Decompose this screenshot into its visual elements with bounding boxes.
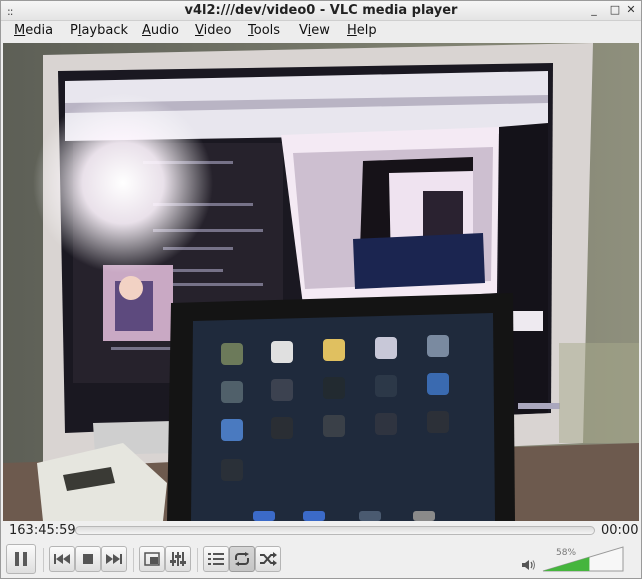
menu-help[interactable]: Help xyxy=(347,23,377,38)
volume-slider[interactable] xyxy=(542,546,624,572)
extended-settings-button[interactable] xyxy=(165,546,191,572)
pause-button[interactable] xyxy=(6,544,36,574)
seek-slider[interactable] xyxy=(75,526,595,535)
skip-previous-icon xyxy=(54,554,70,564)
menu-media[interactable]: Media xyxy=(14,23,53,38)
control-bar: 58% xyxy=(1,541,641,578)
menu-audio[interactable]: Audio xyxy=(142,23,179,38)
speaker-icon[interactable] xyxy=(522,559,536,571)
window-title: v4l2:///dev/video0 - VLC media player xyxy=(184,3,458,18)
menu-bar: Media Playback Audio Video Tools View He… xyxy=(1,21,641,43)
fullscreen-button[interactable] xyxy=(139,546,165,572)
vlc-window: :: v4l2:///dev/video0 - VLC media player… xyxy=(0,0,642,579)
shuffle-button[interactable] xyxy=(255,546,281,572)
maximize-icon[interactable]: □ xyxy=(608,3,622,17)
skip-next-icon xyxy=(106,554,122,564)
total-time[interactable]: 00:00 xyxy=(601,523,638,538)
title-bar[interactable]: :: v4l2:///dev/video0 - VLC media player… xyxy=(1,1,641,21)
next-button[interactable] xyxy=(101,546,127,572)
volume-percent: 58% xyxy=(556,548,577,558)
seek-row: 163:45:59 00:00 xyxy=(1,521,641,541)
menu-video[interactable]: Video xyxy=(195,23,231,38)
webcam-frame-image xyxy=(3,43,639,521)
pause-icon xyxy=(15,552,27,566)
menu-view[interactable]: View xyxy=(299,23,330,38)
stop-button[interactable] xyxy=(75,546,101,572)
volume-control: 58% xyxy=(522,546,632,574)
playlist-icon xyxy=(208,553,224,565)
previous-button[interactable] xyxy=(49,546,75,572)
fullscreen-icon xyxy=(144,552,160,566)
stop-icon xyxy=(83,554,93,564)
loop-icon xyxy=(235,552,249,566)
loop-button[interactable] xyxy=(229,546,255,572)
close-icon[interactable]: ✕ xyxy=(624,3,638,17)
menu-playback[interactable]: Playback xyxy=(70,23,128,38)
equalizer-icon xyxy=(170,552,186,566)
video-output[interactable] xyxy=(3,43,639,521)
elapsed-time[interactable]: 163:45:59 xyxy=(9,523,76,538)
menu-tools[interactable]: Tools xyxy=(248,23,280,38)
minimize-icon[interactable]: _ xyxy=(587,3,601,17)
shuffle-icon xyxy=(260,552,277,566)
playlist-button[interactable] xyxy=(203,546,229,572)
